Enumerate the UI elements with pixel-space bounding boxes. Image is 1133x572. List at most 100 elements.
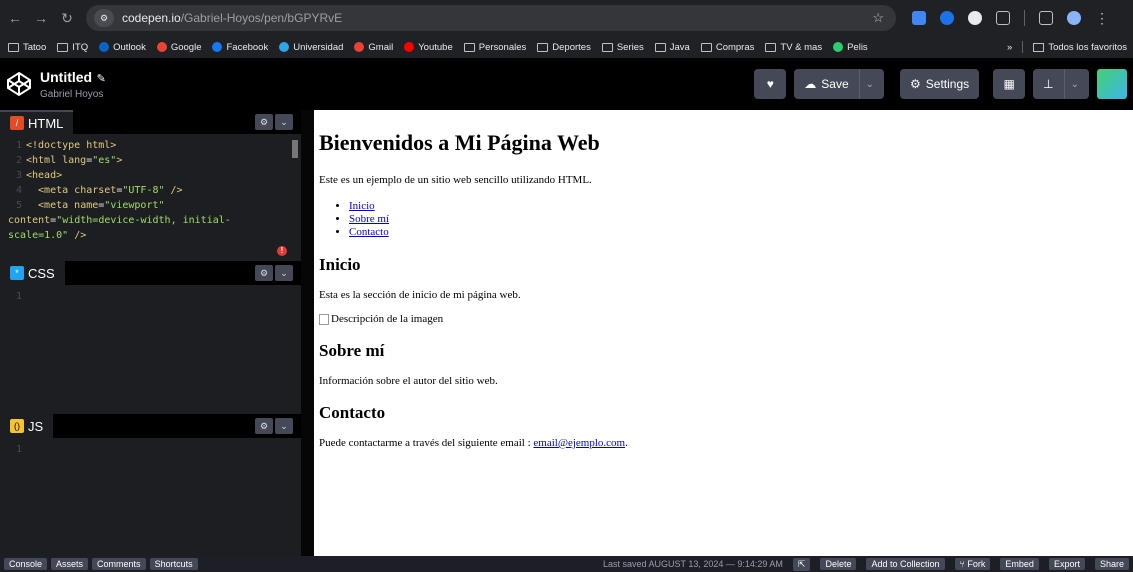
reload-icon[interactable]: ↻ [56, 10, 78, 27]
settings-button[interactable]: ⚙ Settings [900, 69, 980, 99]
html-code-area[interactable]: 1 <!doctype html> 2 <html lang="es"> 3 <head>… [0, 134, 301, 243]
js-collapse-icon[interactable]: ⌄ [275, 418, 293, 434]
js-settings-icon[interactable]: ⚙ [255, 418, 273, 434]
site-info-icon[interactable]: ⚙ [94, 9, 114, 27]
resize-handle[interactable] [301, 110, 314, 556]
nav-link-sobre[interactable]: Sobre mí [349, 213, 389, 225]
forward-icon[interactable]: → [30, 10, 52, 26]
bookmark-item[interactable]: Gmail [354, 42, 393, 53]
page-heading: Bienvenidos a Mi Página Web [319, 130, 600, 155]
pin-button[interactable]: ⊥ ⌄ [1033, 69, 1089, 99]
save-dropdown-icon[interactable]: ⌄ [858, 69, 874, 99]
pen-author[interactable]: Gabriel Hoyos [40, 89, 106, 100]
tab-js[interactable]: () JS [0, 414, 54, 438]
css-settings-icon[interactable]: ⚙ [255, 265, 273, 281]
extension-icon[interactable] [968, 11, 982, 25]
pin-dropdown-icon[interactable]: ⌄ [1063, 69, 1079, 99]
bookmark-item[interactable]: Tatoo [8, 42, 46, 53]
email-link[interactable]: email@ejemplo.com [533, 437, 625, 449]
bookmark-label: Facebook [226, 41, 269, 53]
contacto-label: Puede contactarme a través del siguiente… [319, 437, 534, 449]
back-icon[interactable]: ← [4, 10, 26, 26]
bookmark-label: Compras [715, 41, 755, 53]
pin-icon: ⊥ [1043, 77, 1054, 91]
js-code-area[interactable]: 1 [0, 438, 301, 457]
bookmark-item[interactable]: Pelis [833, 42, 868, 53]
reading-list-icon[interactable] [1039, 11, 1053, 25]
sobre-text: Información sobre el autor del sitio web… [319, 375, 498, 387]
nav-link-contacto[interactable]: Contacto [349, 226, 389, 238]
user-avatar[interactable] [1097, 69, 1127, 99]
bookmark-item[interactable]: Facebook [212, 42, 268, 53]
code-token: <!doctype html> [26, 140, 117, 151]
line-number: 2 [16, 155, 23, 166]
section-heading-sobre: Sobre mí [319, 341, 385, 360]
bookmark-item[interactable]: Google [156, 42, 201, 53]
bookmark-item[interactable]: Personales [463, 42, 526, 53]
broken-image-icon [319, 313, 329, 325]
console-button[interactable]: Console [4, 558, 48, 570]
site-favicon-icon [99, 42, 110, 52]
html-settings-icon[interactable]: ⚙ [255, 114, 273, 130]
assets-button[interactable]: Assets [51, 558, 89, 570]
nav-link-inicio[interactable]: Inicio [349, 200, 375, 212]
share-button[interactable]: Share [1094, 558, 1129, 570]
fork-button[interactable]: ⑂ Fork [954, 558, 991, 570]
bookmark-item[interactable]: Outlook [99, 42, 146, 53]
codepen-logo-icon[interactable] [6, 71, 32, 97]
extension-icon[interactable] [940, 11, 954, 25]
edit-pencil-icon[interactable]: ✎ [97, 73, 106, 85]
inicio-text: Esta es la sección de inicio de mi págin… [319, 289, 521, 301]
bookmark-item[interactable]: Compras [700, 41, 755, 53]
code-token: content [8, 215, 51, 226]
bookmark-label: Youtube [418, 41, 453, 53]
code-line: content="width=device-width, initial- [0, 213, 301, 228]
bookmark-item[interactable]: Series [601, 42, 644, 53]
html-collapse-icon[interactable]: ⌄ [275, 114, 293, 130]
error-icon[interactable]: ! [277, 246, 287, 256]
comments-button[interactable]: Comments [92, 558, 146, 570]
bookmark-label: Pelis [847, 41, 868, 53]
bookmark-item[interactable]: Deportes [537, 42, 591, 53]
folder-icon [537, 42, 549, 52]
bookmark-item[interactable]: Universidad [279, 42, 343, 53]
bookmark-item[interactable]: TV & mas [765, 42, 822, 53]
pen-title[interactable]: Untitled [40, 69, 92, 85]
embed-button[interactable]: Embed [1000, 558, 1039, 570]
extensions-puzzle-icon[interactable] [996, 11, 1010, 25]
settings-label: Settings [925, 77, 970, 91]
css-collapse-icon[interactable]: ⌄ [275, 265, 293, 281]
heart-button[interactable]: ♥ [754, 69, 787, 99]
delete-button[interactable]: Delete [820, 558, 857, 570]
tab-css[interactable]: * CSS [0, 261, 65, 285]
bookmark-item[interactable]: Java [654, 42, 690, 53]
bookmark-star-icon[interactable]: ☆ [872, 10, 884, 26]
code-token: name [74, 200, 99, 211]
bookmark-label: ITQ [72, 41, 89, 53]
add-to-collection-button[interactable]: Add to Collection [866, 558, 945, 570]
css-code-area[interactable]: 1 [0, 285, 301, 304]
profile-avatar[interactable] [1067, 11, 1081, 25]
save-button[interactable]: ☁ Save ⌄ [794, 69, 885, 99]
code-line: 4 <meta charset="UTF-8" /> [0, 183, 301, 198]
change-view-button[interactable]: ▦ [993, 69, 1026, 99]
extension-icon[interactable] [912, 11, 926, 25]
address-bar[interactable]: ⚙ codepen.io/Gabriel-Hoyos/pen/bGPYRvE ☆ [86, 5, 896, 31]
code-token: /> [164, 185, 183, 196]
shortcuts-button[interactable]: Shortcuts [149, 558, 198, 570]
image-alt-text: Descripción de la imagen [331, 313, 444, 325]
tab-html[interactable]: / HTML [0, 110, 74, 134]
bookmark-label: Universidad [293, 41, 344, 53]
folder-icon [1033, 42, 1045, 52]
bookmark-item[interactable]: Youtube [404, 42, 453, 53]
external-view-button[interactable]: ⇱ [792, 557, 811, 571]
bookmarks-more[interactable]: » [1007, 42, 1012, 53]
all-bookmarks-label[interactable]: Todos los favoritos [1048, 42, 1127, 53]
browser-menu-icon[interactable]: ⋮ [1095, 10, 1109, 27]
bookmark-item[interactable]: ITQ [57, 42, 88, 53]
line-number: 5 [16, 200, 23, 211]
folder-icon [601, 42, 613, 52]
export-button[interactable]: Export [1048, 558, 1085, 570]
folder-icon [57, 42, 69, 52]
scrollbar-thumb[interactable] [292, 140, 298, 158]
